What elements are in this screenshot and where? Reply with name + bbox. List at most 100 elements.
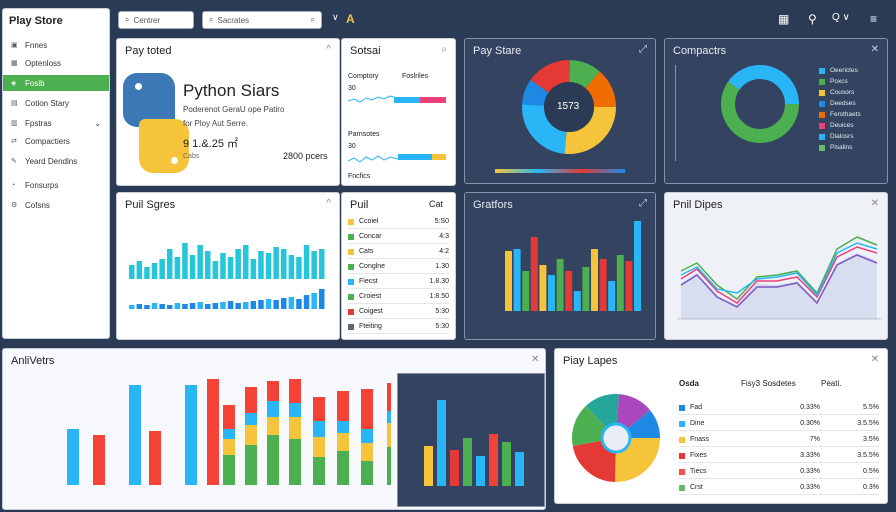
close-icon[interactable]: ✕ bbox=[871, 354, 879, 365]
label: Fncfics bbox=[348, 173, 371, 180]
bar bbox=[136, 304, 143, 309]
bar bbox=[432, 154, 446, 160]
menu-icon[interactable]: ≡ bbox=[870, 12, 877, 26]
expand-icon[interactable]: ⤢ bbox=[639, 198, 647, 209]
bar bbox=[149, 431, 161, 485]
table-row[interactable]: Fnass 7% 3.5% bbox=[679, 433, 879, 447]
donut-center-value: 1573 bbox=[557, 101, 580, 112]
table-row[interactable]: Fad 0.33% 5.5% bbox=[679, 401, 879, 415]
bar bbox=[556, 259, 564, 311]
bar bbox=[205, 304, 211, 309]
table-row[interactable]: Conglne 1.30 bbox=[348, 260, 449, 274]
color-swatch bbox=[348, 323, 354, 330]
gear-icon: ⚙ bbox=[11, 202, 18, 209]
table-row[interactable]: Coigest 5:30 bbox=[348, 305, 449, 319]
row-value: 0.5% bbox=[863, 468, 879, 475]
bar bbox=[258, 251, 264, 279]
bar bbox=[394, 97, 420, 103]
table-row[interactable]: Cats 4:2 bbox=[348, 245, 449, 259]
table-row[interactable]: Fteiting 5:30 bbox=[348, 320, 449, 334]
bar bbox=[151, 303, 158, 309]
row-name: Tiecs bbox=[690, 468, 707, 475]
table-row[interactable]: Concar 4:3 bbox=[348, 230, 449, 244]
bar bbox=[151, 263, 158, 279]
search-input-sacrates[interactable]: ⌕ Sacrates ⌕ bbox=[202, 11, 322, 29]
legend-label: Dialosrs bbox=[830, 133, 854, 140]
sidebar-item[interactable]: ⚙ Cofsns bbox=[3, 197, 109, 213]
home-icon: ▣ bbox=[11, 42, 18, 49]
close-icon[interactable]: ✕ bbox=[871, 198, 879, 209]
color-swatch bbox=[348, 218, 354, 225]
bar bbox=[265, 299, 272, 309]
table-row[interactable]: Tiecs 0.33% 0.5% bbox=[679, 465, 879, 479]
row-value: 7% bbox=[809, 436, 820, 443]
account-icon[interactable]: Q ∨ bbox=[832, 12, 850, 23]
panel-title: Piay Lapes bbox=[563, 355, 618, 367]
legend-swatch bbox=[819, 89, 825, 96]
table-row[interactable]: Fiecst 1.8.30 bbox=[348, 275, 449, 289]
pill-sgres-panel: Puil Sgres ^ bbox=[116, 192, 340, 340]
bar bbox=[245, 387, 257, 413]
sidebar-item[interactable]: ⇄ Compactiers bbox=[3, 133, 109, 149]
legend: Oeerictes Poxcs Cousors Deedses Fersthaets De… bbox=[819, 65, 861, 153]
tag-icon: ◈ bbox=[11, 80, 17, 87]
tools-icon[interactable]: ⚲ bbox=[808, 12, 817, 26]
bar bbox=[220, 253, 226, 279]
sidebar-item[interactable]: ◔ Fonsurps bbox=[3, 177, 109, 193]
bar bbox=[502, 442, 511, 486]
row-name: Ccoiel bbox=[359, 218, 379, 225]
bar bbox=[599, 259, 607, 311]
bar bbox=[167, 305, 173, 309]
legend-swatch bbox=[819, 133, 825, 140]
table-row[interactable]: Dine 0.30% 3.5.5% bbox=[679, 417, 879, 431]
axis bbox=[675, 65, 676, 161]
bar bbox=[548, 275, 555, 311]
chevron-up-icon[interactable]: ^ bbox=[326, 44, 331, 55]
chevron-down-icon[interactable]: ∨ bbox=[332, 12, 339, 23]
bar bbox=[243, 302, 249, 309]
bar bbox=[265, 253, 272, 279]
bar bbox=[463, 438, 472, 486]
table-row[interactable]: Crst 0.33% 0.3% bbox=[679, 481, 879, 495]
sidebar-item[interactable]: ▤ Cotion Stary bbox=[3, 95, 109, 111]
bar bbox=[245, 425, 257, 445]
table-row[interactable]: Fixes 3.33% 3.5.5% bbox=[679, 449, 879, 463]
install-count: 2800 pcers bbox=[283, 151, 328, 161]
bar bbox=[250, 301, 257, 309]
qr-icon[interactable]: ▦ bbox=[778, 12, 789, 26]
row-value: 3.5.5% bbox=[857, 452, 879, 459]
chevron-up-icon[interactable]: ^ bbox=[326, 198, 331, 209]
bar bbox=[513, 249, 521, 311]
bar bbox=[608, 281, 616, 311]
sidebar-item[interactable]: ▣ Fnnes bbox=[3, 37, 109, 53]
sidebar-item[interactable]: ◈ Fosib bbox=[3, 75, 109, 91]
close-icon[interactable]: ✕ bbox=[871, 44, 879, 55]
sidebar-item[interactable]: ✎ Yeard Dendlns bbox=[3, 153, 109, 169]
bar bbox=[273, 300, 279, 309]
row-value: 5:S0 bbox=[434, 218, 449, 225]
bar bbox=[303, 245, 310, 279]
close-icon[interactable]: ✕ bbox=[531, 354, 539, 365]
table-row[interactable]: Ccoiel 5:S0 bbox=[348, 215, 449, 229]
legend-swatch bbox=[819, 111, 825, 118]
search-icon: ⌕ bbox=[310, 15, 315, 24]
row-value: 0.33% bbox=[800, 404, 820, 411]
table-row[interactable]: Croiest 1:8.50 bbox=[348, 290, 449, 304]
search-icon[interactable]: ⌕ bbox=[441, 44, 447, 55]
bar bbox=[313, 437, 325, 457]
python-logo-yellow bbox=[139, 119, 189, 173]
search-input-centrer[interactable]: ⌕ Centrer bbox=[118, 11, 194, 29]
sidebar-item-label: Fpstras bbox=[25, 118, 52, 128]
bar bbox=[129, 305, 135, 309]
expand-icon[interactable]: ⤢ bbox=[639, 44, 647, 55]
row-value: 0.3% bbox=[863, 484, 879, 491]
bar bbox=[424, 446, 433, 486]
bar bbox=[437, 400, 446, 486]
sidebar-item[interactable]: ▦ Optenloss bbox=[3, 55, 109, 71]
legend-label: Deuices bbox=[830, 122, 854, 129]
sidebar-item[interactable]: ▥ Fpstras ⌄ bbox=[3, 115, 109, 131]
row-value: 0.33% bbox=[800, 484, 820, 491]
chevron-down-icon[interactable]: ⌄ bbox=[94, 119, 101, 128]
piay-lapes-panel: Piay Lapes ✕ Osda Fisy3 Sosdetes Peati. … bbox=[554, 348, 888, 504]
table-header: Fisy3 Sosdetes bbox=[741, 379, 796, 388]
